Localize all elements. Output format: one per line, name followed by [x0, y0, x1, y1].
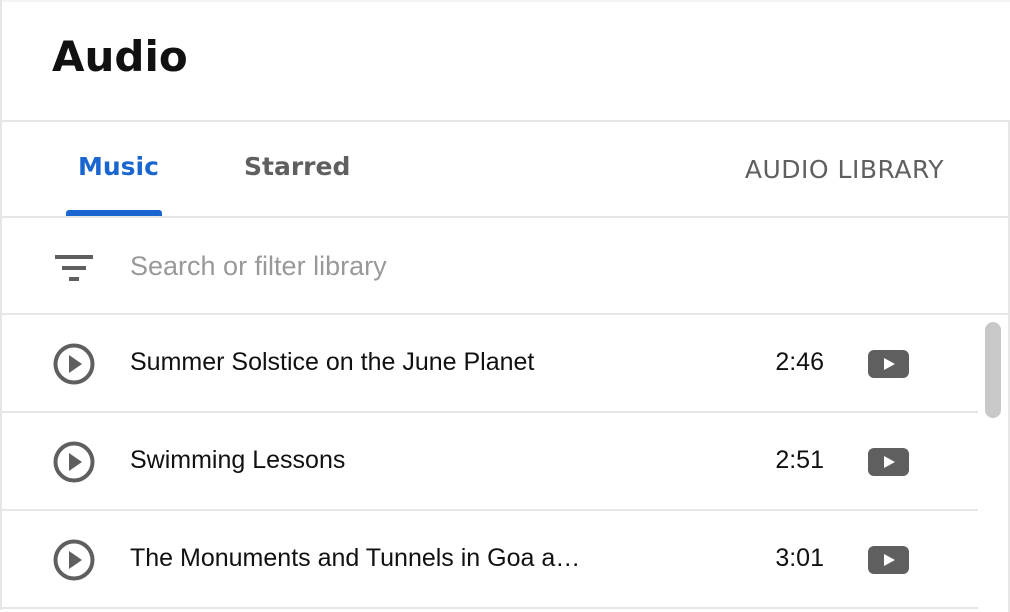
track-duration: 2:46 — [775, 348, 824, 376]
play-circle-icon[interactable] — [53, 539, 95, 581]
play-circle-icon[interactable] — [53, 343, 95, 385]
search-input[interactable] — [130, 246, 830, 286]
track-title: Summer Solstice on the June Planet — [130, 348, 535, 376]
track-row[interactable]: The Monuments and Tunnels in Goa a… 3:01 — [0, 511, 978, 609]
youtube-icon[interactable] — [868, 448, 909, 476]
track-row[interactable]: Summer Solstice on the June Planet 2:46 — [0, 315, 978, 413]
audio-panel: Music Starred AUDIO LIBRARY Summer Solst… — [0, 120, 1010, 612]
audio-library-link[interactable]: AUDIO LIBRARY — [745, 155, 944, 184]
header: Audio — [2, 2, 1010, 121]
track-duration: 3:01 — [775, 544, 824, 572]
track-list: Summer Solstice on the June Planet 2:46 … — [0, 315, 978, 609]
track-row[interactable]: Swimming Lessons 2:51 — [0, 413, 978, 511]
youtube-icon[interactable] — [868, 546, 909, 574]
track-title: The Monuments and Tunnels in Goa a… — [130, 544, 581, 572]
tab-starred[interactable]: Starred — [244, 152, 350, 181]
scrollbar-thumb[interactable] — [985, 322, 1001, 418]
tab-music[interactable]: Music — [78, 152, 159, 181]
play-circle-icon[interactable] — [53, 441, 95, 483]
track-title: Swimming Lessons — [130, 446, 346, 474]
page-title: Audio — [52, 32, 188, 81]
youtube-icon[interactable] — [868, 350, 909, 378]
tab-bar: Music Starred AUDIO LIBRARY — [0, 122, 1008, 218]
active-tab-indicator — [66, 210, 162, 216]
search-bar — [0, 218, 1008, 315]
track-duration: 2:51 — [775, 446, 824, 474]
filter-icon[interactable] — [55, 255, 93, 281]
